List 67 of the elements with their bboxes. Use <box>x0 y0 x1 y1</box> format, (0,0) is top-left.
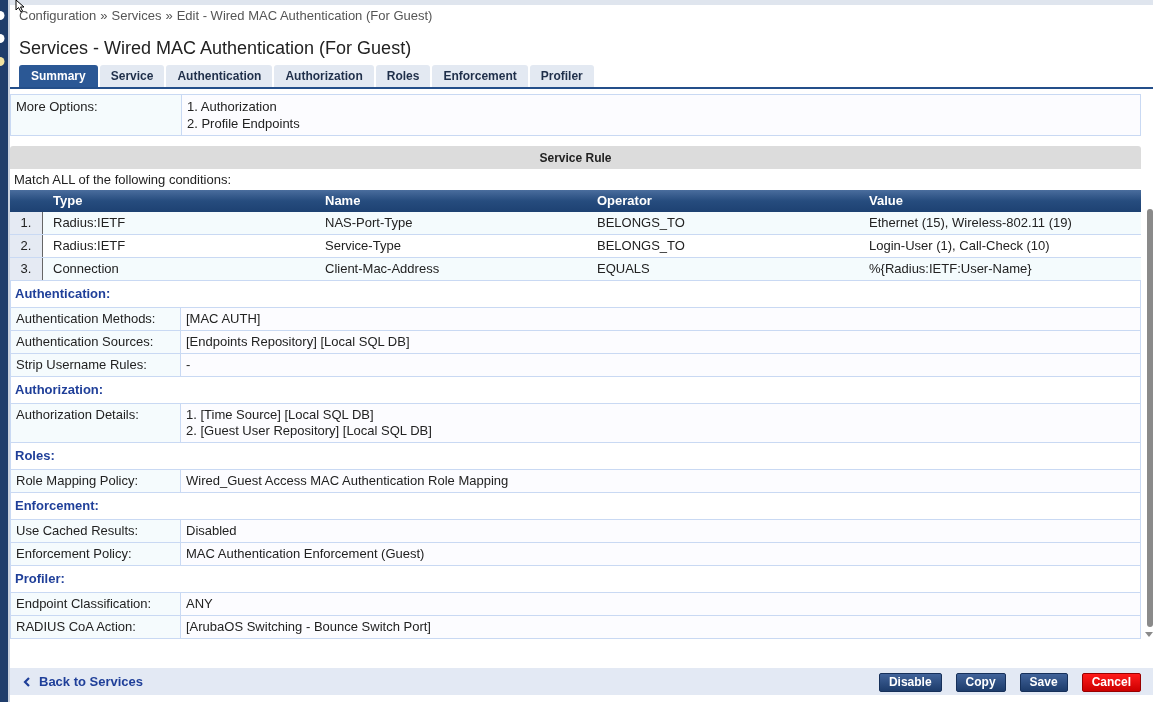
field-label: Enforcement Policy: <box>11 543 181 565</box>
section-heading: Enforcement: <box>15 497 99 516</box>
section-heading: Authorization: <box>15 381 104 400</box>
column-header: Name <box>324 192 361 211</box>
table-cell-text: %{Radius:IETF:User-Name} <box>869 260 1032 279</box>
section-heading: Profiler: <box>15 570 65 589</box>
table-cell-text: Login-User (1), Call-Check (10) <box>869 237 1050 256</box>
table-cell-text: Radius:IETF <box>53 237 126 256</box>
field-value: Wired_Guest Access MAC Authentication Role Mapping <box>186 473 509 489</box>
table-cell-text: Client-Mac-Address <box>325 260 440 279</box>
field-label: Role Mapping Policy: <box>11 470 181 492</box>
action-button[interactable]: Disable <box>878 673 942 692</box>
field-value: ANY <box>186 596 213 612</box>
table-cell-text: Service-Type <box>325 237 401 256</box>
field-label: RADIUS CoA Action: <box>11 616 181 638</box>
tab[interactable]: Authentication <box>166 65 273 87</box>
tab[interactable]: Service <box>99 65 165 87</box>
chevron-left-icon <box>23 676 30 687</box>
field-value: [ArubaOS Switching - Bounce Switch Port] <box>186 619 431 635</box>
column-header: Type <box>52 192 83 211</box>
row-number: 3. <box>10 258 43 280</box>
breadcrumb-separator: » <box>100 6 108 25</box>
field-value: MAC Authentication Enforcement (Guest) <box>186 546 425 562</box>
field-value: [Endpoints Repository] [Local SQL DB] <box>186 334 410 350</box>
breadcrumb-link[interactable]: Services <box>111 5 162 26</box>
table-cell-text: EQUALS <box>597 260 650 279</box>
row-number: 2. <box>10 235 43 257</box>
field-label: Authentication Methods: <box>11 308 181 330</box>
breadcrumb-separator: » <box>165 6 173 25</box>
row-number: 1. <box>10 212 43 234</box>
field-value: Disabled <box>186 523 237 539</box>
breadcrumb-link[interactable]: Configuration <box>19 5 97 26</box>
field-value: 1. Authorization <box>187 98 277 115</box>
field-label: More Options: <box>11 95 182 135</box>
field-value: [MAC AUTH] <box>186 311 261 327</box>
section-header-bar: Service Rule <box>10 146 1141 169</box>
field-value: 2. [Guest User Repository] [Local SQL DB] <box>186 423 432 439</box>
table-cell-text: NAS-Port-Type <box>325 214 413 233</box>
match-text: Match ALL of the following conditions: <box>14 170 232 189</box>
field-value: - <box>186 357 191 373</box>
table-cell-text: BELONGS_TO <box>597 214 685 233</box>
table-cell-text: BELONGS_TO <box>597 237 685 256</box>
action-button[interactable]: Copy <box>955 673 1006 692</box>
tab[interactable]: Profiler <box>529 65 594 87</box>
field-value: 2. Profile Endpoints <box>187 115 300 132</box>
tab[interactable]: Roles <box>375 65 431 87</box>
table-cell-text: Connection <box>53 260 119 279</box>
field-value: 1. [Time Source] [Local SQL DB] <box>186 407 374 423</box>
field-label: Strip Username Rules: <box>11 354 181 376</box>
cancel-button[interactable]: Cancel <box>1081 673 1141 692</box>
table-cell-text: Ethernet (15), Wireless-802.11 (19) <box>869 214 1072 233</box>
action-button[interactable]: Save <box>1019 673 1068 692</box>
page-title: Services - Wired MAC Authentication (For Guest) <box>19 37 413 59</box>
field-label: Use Cached Results: <box>11 520 181 542</box>
field-label: Endpoint Classification: <box>11 593 181 615</box>
field-label: Authentication Sources: <box>11 331 181 353</box>
table-cell-text: Radius:IETF <box>53 214 126 233</box>
section-heading: Roles: <box>15 447 55 466</box>
tab[interactable]: Enforcement <box>432 65 528 87</box>
column-header: Operator <box>596 192 652 211</box>
section-heading: Authentication: <box>15 285 111 304</box>
tab[interactable]: Summary <box>19 65 98 87</box>
field-label: Authorization Details: <box>11 404 181 442</box>
column-header: Value <box>868 192 903 211</box>
tab[interactable]: Authorization <box>274 65 374 87</box>
back-link[interactable]: Back to Services <box>23 671 144 692</box>
breadcrumb-link[interactable]: Edit - Wired MAC Authentication (For Guest) <box>176 5 433 26</box>
